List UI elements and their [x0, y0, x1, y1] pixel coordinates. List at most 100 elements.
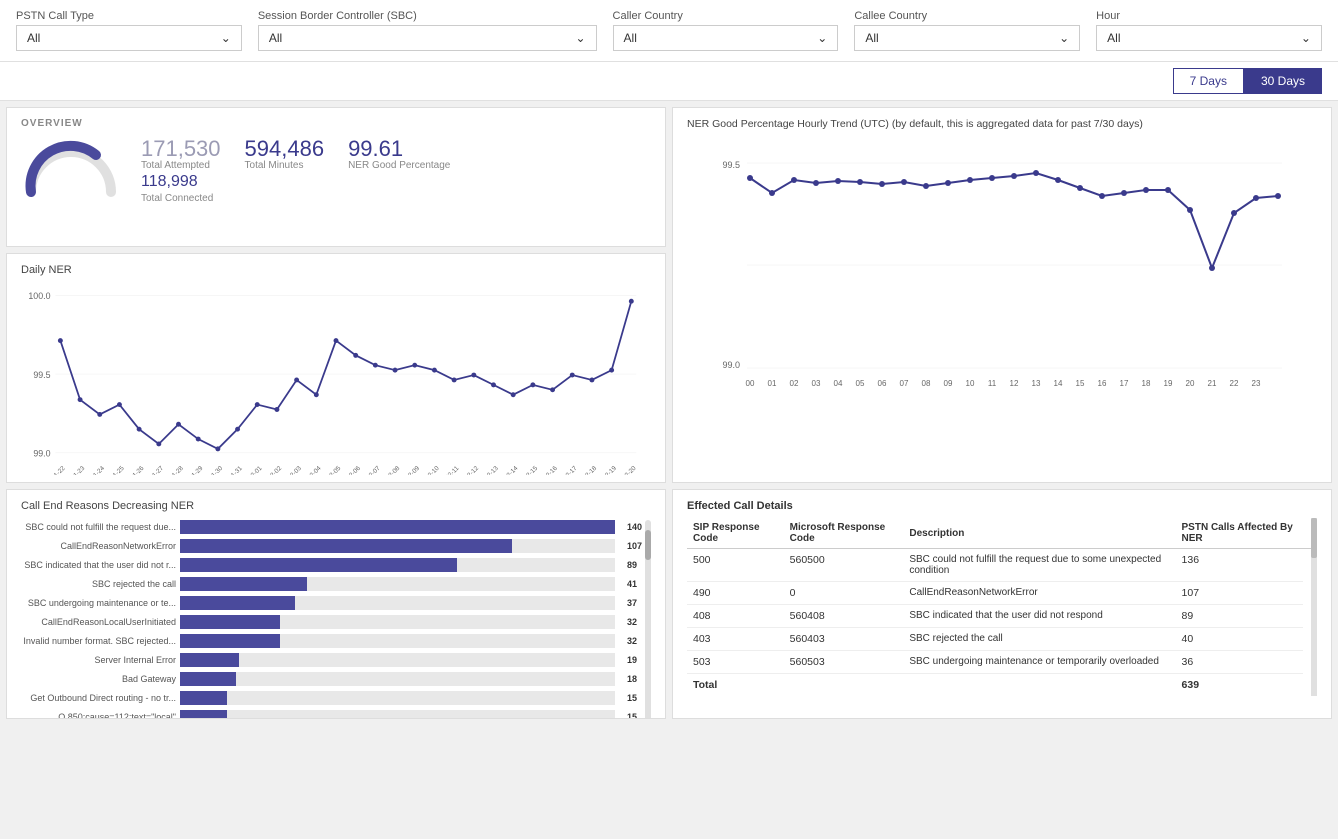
svg-text:03: 03	[812, 379, 821, 388]
bar-row: SBC could not fulfill the request due...…	[21, 520, 651, 534]
svg-text:09: 09	[944, 379, 953, 388]
col-desc: Description	[903, 518, 1175, 549]
svg-text:23: 23	[1252, 379, 1261, 388]
svg-text:19: 19	[1164, 379, 1173, 388]
total-minutes-label: Total Minutes	[245, 160, 325, 171]
chevron-down-icon: ⌄	[1059, 31, 1069, 45]
svg-text:99.0: 99.0	[33, 449, 50, 459]
effected-calls-panel: Effected Call Details SIP Response Code …	[672, 489, 1332, 719]
svg-text:07: 07	[900, 379, 909, 388]
svg-text:12: 12	[1010, 379, 1019, 388]
ner-good-value: 99.61	[348, 138, 450, 160]
chevron-down-icon: ⌄	[817, 31, 827, 45]
table-total-row: Total 639	[687, 674, 1317, 697]
table-row: 500 560500 SBC could not fulfill the req…	[687, 549, 1317, 582]
caller-country-select[interactable]: All ⌄	[613, 25, 839, 51]
thirty-days-button[interactable]: 30 Days	[1244, 68, 1322, 94]
total-connected-value: 118,998	[141, 171, 221, 193]
pstn-call-type-select[interactable]: All ⌄	[16, 25, 242, 51]
svg-text:11: 11	[988, 379, 997, 388]
caller-country-filter: Caller Country All ⌄	[613, 10, 839, 51]
pstn-call-type-label: PSTN Call Type	[16, 10, 242, 22]
call-end-reasons-title: Call End Reasons Decreasing NER	[21, 500, 651, 512]
total-connected-label: Total Connected	[141, 193, 221, 204]
svg-text:99.5: 99.5	[722, 160, 740, 170]
call-end-reasons-panel: Call End Reasons Decreasing NER SBC coul…	[6, 489, 666, 719]
svg-text:05: 05	[856, 379, 865, 388]
bar-row: Get Outbound Direct routing - no tr... 1…	[21, 691, 651, 705]
svg-text:2020-01-22: 2020-01-22	[39, 465, 67, 475]
svg-text:17: 17	[1120, 379, 1129, 388]
total-minutes-value: 594,486	[245, 138, 325, 160]
sbc-filter: Session Border Controller (SBC) All ⌄	[258, 10, 597, 51]
callee-country-filter: Callee Country All ⌄	[854, 10, 1080, 51]
caller-country-label: Caller Country	[613, 10, 839, 22]
ner-good-label: NER Good Percentage	[348, 160, 450, 171]
svg-text:13: 13	[1032, 379, 1041, 388]
pstn-call-type-filter: PSTN Call Type All ⌄	[16, 10, 242, 51]
chevron-down-icon: ⌄	[575, 31, 585, 45]
hour-filter: Hour All ⌄	[1096, 10, 1322, 51]
sbc-label: Session Border Controller (SBC)	[258, 10, 597, 22]
svg-text:100.0: 100.0	[28, 291, 50, 301]
bar-row: SBC rejected the call 41	[21, 577, 651, 591]
col-count: PSTN Calls Affected By NER	[1176, 518, 1303, 549]
svg-text:15: 15	[1076, 379, 1085, 388]
sbc-select[interactable]: All ⌄	[258, 25, 597, 51]
bar-row: Invalid number format. SBC rejected... 3…	[21, 634, 651, 648]
chevron-down-icon: ⌄	[221, 31, 231, 45]
hour-select[interactable]: All ⌄	[1096, 25, 1322, 51]
effected-calls-table: SIP Response Code Microsoft Response Cod…	[687, 518, 1317, 696]
bar-row: Server Internal Error 19	[21, 653, 651, 667]
bar-row: CallEndReasonLocalUserInitiated 32	[21, 615, 651, 629]
daily-ner-panel: Daily NER 100.0 99.5 99.0	[6, 253, 666, 483]
svg-text:99.5: 99.5	[33, 370, 50, 380]
svg-text:01: 01	[768, 379, 777, 388]
overview-title: OVERVIEW	[21, 118, 651, 129]
svg-text:18: 18	[1142, 379, 1151, 388]
svg-text:14: 14	[1054, 379, 1063, 388]
hour-label: Hour	[1096, 10, 1322, 22]
svg-text:16: 16	[1098, 379, 1107, 388]
chevron-down-icon: ⌄	[1301, 31, 1311, 45]
col-ms: Microsoft Response Code	[784, 518, 904, 549]
bar-chart: SBC could not fulfill the request due...…	[21, 520, 651, 719]
overview-panel: OVERVIEW 171,530 Total Attempted 118,998…	[6, 107, 666, 247]
svg-text:08: 08	[922, 379, 931, 388]
table-row: 403 560403 SBC rejected the call 40	[687, 628, 1317, 651]
bar-row: CallEndReasonNetworkError 107	[21, 539, 651, 553]
total-attempted-value: 171,530	[141, 138, 221, 160]
callee-country-select[interactable]: All ⌄	[854, 25, 1080, 51]
bar-row: SBC indicated that the user did not r...…	[21, 558, 651, 572]
table-row: 503 560503 SBC undergoing maintenance or…	[687, 651, 1317, 674]
svg-text:99.0: 99.0	[722, 360, 740, 370]
ner-trend-svg: 99.5 99.0	[687, 138, 1317, 408]
total-attempted-stat: 171,530 Total Attempted 118,998 Total Co…	[141, 138, 221, 204]
ner-trend-title: NER Good Percentage Hourly Trend (UTC) (…	[687, 118, 1317, 132]
ner-trend-chart: 99.5 99.0	[687, 138, 1317, 411]
total-minutes-stat: 594,486 Total Minutes	[245, 138, 325, 171]
svg-text:20: 20	[1186, 379, 1195, 388]
gauge-chart	[21, 137, 121, 205]
bar-row: Q.850;cause=112;text="local" 15	[21, 710, 651, 719]
table-row: 408 560408 SBC indicated that the user d…	[687, 605, 1317, 628]
callee-country-label: Callee Country	[854, 10, 1080, 22]
time-selector: 7 Days 30 Days	[0, 62, 1338, 101]
bar-row: Bad Gateway 18	[21, 672, 651, 686]
svg-text:21: 21	[1208, 379, 1217, 388]
ner-good-stat: 99.61 NER Good Percentage	[348, 138, 450, 171]
table-row: 490 0 CallEndReasonNetworkError 107	[687, 582, 1317, 605]
svg-text:04: 04	[834, 379, 843, 388]
daily-ner-title: Daily NER	[21, 264, 651, 276]
svg-text:02: 02	[790, 379, 799, 388]
total-attempted-label: Total Attempted	[141, 160, 221, 171]
daily-ner-svg: 100.0 99.5 99.0	[21, 280, 651, 475]
seven-days-button[interactable]: 7 Days	[1173, 68, 1244, 94]
col-sip: SIP Response Code	[687, 518, 784, 549]
svg-text:06: 06	[878, 379, 887, 388]
svg-text:22: 22	[1230, 379, 1239, 388]
effected-calls-title: Effected Call Details	[687, 500, 1317, 512]
svg-text:00: 00	[746, 379, 755, 388]
bar-row: SBC undergoing maintenance or te... 37	[21, 596, 651, 610]
svg-text:10: 10	[966, 379, 975, 388]
